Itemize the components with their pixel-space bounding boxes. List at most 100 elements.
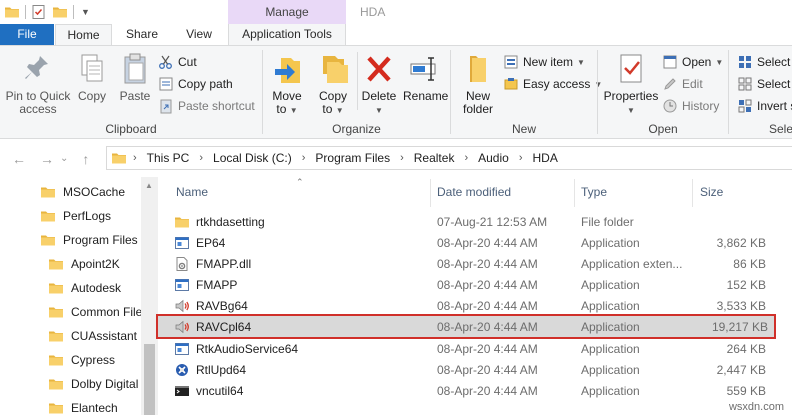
toolbar-divider <box>25 5 26 19</box>
easy-access-icon <box>504 78 518 90</box>
nav-item-autodesk[interactable]: Autodesk <box>48 276 121 300</box>
chevron-right-icon[interactable]: › <box>199 152 203 164</box>
nav-item-dolby-digital[interactable]: Dolby Digital <box>48 372 138 396</box>
chevron-right-icon[interactable]: › <box>302 152 306 164</box>
paste-shortcut-icon <box>160 99 172 114</box>
folder-icon <box>111 150 127 166</box>
copy-button[interactable]: Copy <box>74 52 110 103</box>
breadcrumb-realtek[interactable]: Realtek <box>414 151 455 165</box>
clipboard-group-label: Clipboard <box>105 122 157 136</box>
file-row-selected[interactable]: RAVCpl64 08-Apr-20 4:44 AM Application 1… <box>156 314 776 339</box>
nav-item-elantech[interactable]: Elantech <box>48 396 118 415</box>
paste-shortcut-button[interactable]: Paste shortcut <box>158 96 255 116</box>
file-row[interactable]: rtkhdasetting 07-Aug-21 12:53 AM File fo… <box>170 211 770 232</box>
column-divider[interactable] <box>574 179 575 207</box>
new-group-label: New <box>511 122 536 136</box>
paste-button[interactable]: Paste <box>116 52 154 103</box>
folder-icon <box>40 208 56 224</box>
file-row[interactable]: FMAPP.dll 08-Apr-20 4:44 AM Application … <box>170 253 770 274</box>
nav-item-perflogs[interactable]: PerfLogs <box>40 204 111 228</box>
customize-qat-icon[interactable]: ▼ <box>81 7 90 17</box>
nav-item-apoint2k[interactable]: Apoint2K <box>48 252 120 276</box>
open-button[interactable]: Open ▼ <box>662 52 723 72</box>
select-none-button[interactable]: Select n <box>737 74 792 94</box>
rename-button[interactable]: Rename <box>403 52 448 103</box>
folder-icon[interactable] <box>4 4 20 20</box>
new-group: New folder New item ▼ Easy access ▼ New <box>451 46 602 139</box>
scrollbar-thumb[interactable] <box>144 344 155 415</box>
chevron-right-icon[interactable]: › <box>133 152 137 164</box>
file-row[interactable]: vncutil64 08-Apr-20 4:44 AM Application … <box>170 380 770 401</box>
nav-item-cypress[interactable]: Cypress <box>48 348 115 372</box>
new-item-icon <box>504 55 518 69</box>
new-folder-icon[interactable] <box>52 4 68 20</box>
tab-home[interactable]: Home <box>55 24 112 46</box>
file-row[interactable]: EP64 08-Apr-20 4:44 AM Application 3,862… <box>170 232 770 253</box>
column-header-size[interactable]: Size <box>700 185 723 199</box>
file-size: 3,533 KB <box>716 299 766 313</box>
file-date: 08-Apr-20 4:44 AM <box>437 278 538 292</box>
up-arrow-icon[interactable]: ↑ <box>82 151 89 167</box>
column-divider[interactable] <box>692 179 693 207</box>
title-bar: ▼ Manage HDA <box>0 0 792 24</box>
column-header-date[interactable]: Date modified <box>437 185 511 199</box>
delete-button[interactable]: Delete ▼ <box>359 52 399 117</box>
copy-path-icon <box>159 77 173 91</box>
nav-pane-scrollbar[interactable]: ▲ <box>141 177 158 415</box>
chevron-right-icon[interactable]: › <box>464 152 468 164</box>
file-row[interactable]: RAVBg64 08-Apr-20 4:44 AM Application 3,… <box>170 295 770 316</box>
address-bar[interactable]: › This PC › Local Disk (C:) › Program Fi… <box>106 146 792 170</box>
move-to-button[interactable]: Move to ▼ <box>267 52 307 117</box>
chevron-right-icon[interactable]: › <box>519 152 523 164</box>
breadcrumb-audio[interactable]: Audio <box>478 151 509 165</box>
delete-x-icon <box>367 56 391 82</box>
copy-to-button[interactable]: Copy to ▼ <box>313 52 353 117</box>
breadcrumb-hda[interactable]: HDA <box>532 151 557 165</box>
scissors-icon <box>159 55 172 69</box>
forward-arrow-icon[interactable]: → <box>40 151 54 167</box>
folder-icon <box>48 400 64 415</box>
column-header-name[interactable]: Name <box>176 185 208 199</box>
cut-button[interactable]: Cut <box>158 52 197 72</box>
pin-to-quick-access-button[interactable]: Pin to Quick access <box>4 52 72 116</box>
nav-item-common-files[interactable]: Common File <box>48 300 142 324</box>
select-all-button[interactable]: Select a <box>737 52 792 72</box>
scroll-up-icon[interactable]: ▲ <box>145 181 153 190</box>
tab-file[interactable]: File <box>0 24 54 45</box>
edit-pencil-icon <box>664 78 676 90</box>
watermark: wsxdn.com <box>728 401 784 413</box>
properties-icon[interactable] <box>31 4 47 20</box>
tab-share[interactable]: Share <box>116 24 168 45</box>
file-row[interactable]: RtlUpd64 08-Apr-20 4:44 AM Application 2… <box>170 359 770 380</box>
back-arrow-icon[interactable]: ← <box>12 151 26 167</box>
chevron-right-icon[interactable]: › <box>400 152 404 164</box>
breadcrumb-this-pc[interactable]: This PC <box>147 151 190 165</box>
easy-access-button[interactable]: Easy access ▼ <box>503 74 602 94</box>
nav-item-cuassistant[interactable]: CUAssistant <box>48 324 137 348</box>
file-row[interactable]: FMAPP 08-Apr-20 4:44 AM Application 152 … <box>170 274 770 295</box>
file-name: RAVBg64 <box>196 299 248 313</box>
column-header-type[interactable]: Type <box>581 185 607 199</box>
file-row[interactable]: RtkAudioService64 08-Apr-20 4:44 AM Appl… <box>170 338 770 359</box>
recent-locations-icon[interactable]: ⌄ <box>60 153 68 167</box>
file-size: 3,862 KB <box>716 236 766 250</box>
new-folder-button[interactable]: New folder <box>457 52 499 116</box>
breadcrumb-program-files[interactable]: Program Files <box>315 151 390 165</box>
tab-application-tools[interactable]: Application Tools <box>228 24 346 46</box>
properties-button[interactable]: Properties ▼ <box>602 52 660 117</box>
column-divider[interactable] <box>430 179 431 207</box>
tab-view[interactable]: View <box>170 24 228 45</box>
edit-button[interactable]: Edit <box>662 74 703 94</box>
address-row: ← → ⌄ ↑ › This PC › Local Disk (C:) › Pr… <box>0 139 792 177</box>
nav-item-msocache[interactable]: MSOCache <box>40 180 125 204</box>
navigation-buttons: ← → ⌄ ↑ <box>12 151 89 167</box>
manage-context-tab[interactable]: Manage <box>228 0 346 24</box>
folder-icon <box>48 376 64 392</box>
invert-selection-button[interactable]: Invert s <box>737 96 792 116</box>
console-icon <box>174 383 190 399</box>
history-button[interactable]: History <box>662 96 719 116</box>
copy-path-button[interactable]: Copy path <box>158 74 233 94</box>
nav-item-program-files[interactable]: Program Files <box>40 228 138 252</box>
breadcrumb-local-disk[interactable]: Local Disk (C:) <box>213 151 292 165</box>
new-item-button[interactable]: New item ▼ <box>503 52 585 72</box>
